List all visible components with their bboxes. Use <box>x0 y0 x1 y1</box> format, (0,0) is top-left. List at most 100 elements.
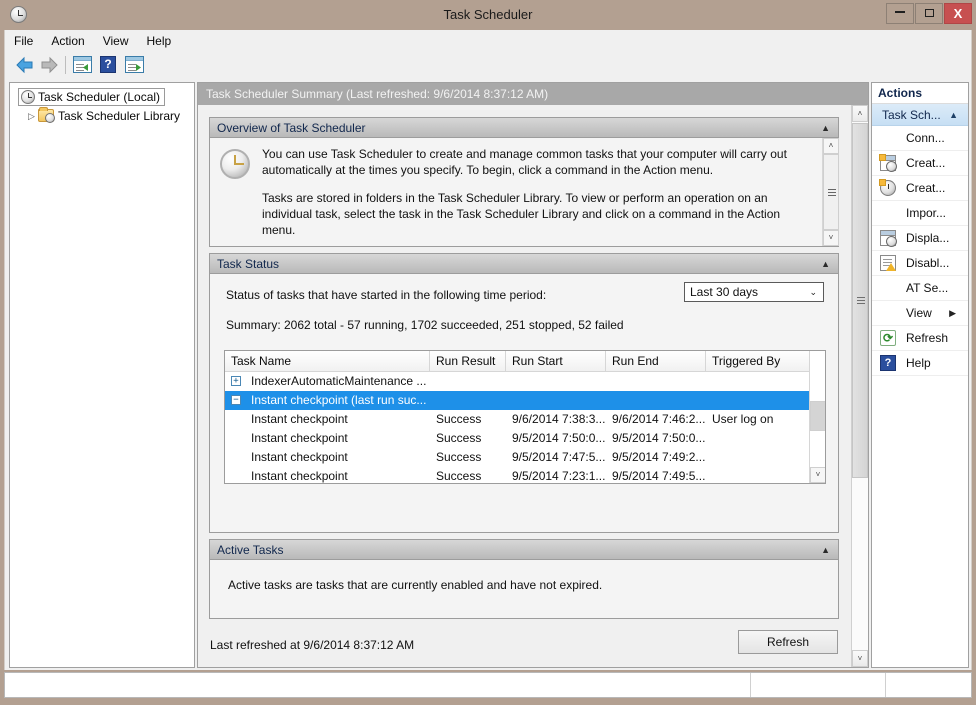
maximize-button[interactable] <box>915 3 943 24</box>
menu-file[interactable]: File <box>5 30 42 52</box>
time-period-label: Status of tasks that have started in the… <box>226 288 547 302</box>
action-item-label: Creat... <box>906 181 946 195</box>
action-item-label: Creat... <box>906 156 946 170</box>
actions-group-header[interactable]: Task Sch... ▲ <box>872 104 968 126</box>
disable-history-icon <box>880 255 896 271</box>
cell-task-name: Instant checkpoint <box>251 412 348 426</box>
console-tree-pane: Task Scheduler (Local) ▷ Task Scheduler L… <box>9 82 195 668</box>
scroll-down-icon[interactable]: ˅ <box>823 230 839 246</box>
overview-paragraph-1: You can use Task Scheduler to create and… <box>262 147 787 177</box>
toolbar: ? <box>4 52 972 78</box>
clock-icon <box>220 149 250 179</box>
column-header-task-name[interactable]: Task Name <box>225 351 430 371</box>
scroll-up-icon[interactable]: ˄ <box>823 138 839 154</box>
cell-triggered-by: User log on <box>712 412 774 426</box>
last-refreshed-label: Last refreshed at 9/6/2014 8:37:12 AM <box>210 638 415 652</box>
overview-body: You can use Task Scheduler to create and… <box>210 138 839 246</box>
cell-run-end: 9/6/2014 7:46:2... <box>612 412 706 426</box>
action-item-display-all-running-tasks[interactable]: Displa... <box>872 226 968 251</box>
action-item-label: Conn... <box>906 131 945 145</box>
action-item-import-task[interactable]: Impor... <box>872 201 968 226</box>
overview-section-header[interactable]: Overview of Task Scheduler ▲ <box>210 118 838 138</box>
active-tasks-section-header[interactable]: Active Tasks ▲ <box>210 540 838 560</box>
cell-run-end: 9/5/2014 7:50:0... <box>612 431 706 445</box>
action-item-create-basic-task[interactable]: Creat... <box>872 151 968 176</box>
window-title: Task Scheduler <box>443 7 533 22</box>
minimize-button[interactable] <box>886 3 914 24</box>
tree-item-task-scheduler-local[interactable]: Task Scheduler (Local) <box>10 88 194 107</box>
content-area: Task Scheduler (Local) ▷ Task Scheduler L… <box>4 78 972 670</box>
task-table-scrollbar-thumb[interactable] <box>810 401 825 431</box>
column-header-triggered-by[interactable]: Triggered By <box>706 351 810 371</box>
title-bar: Task Scheduler X <box>0 0 976 30</box>
tree-root-label: Task Scheduler (Local) <box>38 90 161 104</box>
action-item-label: Help <box>906 356 931 370</box>
chevron-up-icon[interactable]: ▲ <box>821 540 830 560</box>
back-arrow-icon[interactable] <box>15 56 35 74</box>
time-period-select[interactable]: Last 30 days ⌄ <box>684 282 824 302</box>
table-row[interactable]: Instant checkpoint Success 9/5/2014 7:50… <box>225 429 825 448</box>
task-status-section-title: Task Status <box>217 257 280 271</box>
chevron-down-icon[interactable]: ⌄ <box>809 283 817 301</box>
column-header-run-start[interactable]: Run Start <box>506 351 606 371</box>
chevron-right-icon[interactable]: ▶ <box>949 301 956 326</box>
table-row[interactable]: + IndexerAutomaticMaintenance ... <box>225 372 825 391</box>
scroll-up-icon[interactable]: ˄ <box>852 105 868 122</box>
scroll-down-icon[interactable]: ˅ <box>852 650 868 667</box>
toolbar-separator <box>65 56 66 74</box>
action-item-label: Displa... <box>906 231 950 245</box>
cell-run-end: 9/5/2014 7:49:5... <box>612 469 706 483</box>
overview-scrollbar-thumb[interactable] <box>823 154 839 230</box>
table-row[interactable]: Instant checkpoint Success 9/6/2014 7:38… <box>225 410 825 429</box>
cell-run-result: Success <box>436 469 482 483</box>
action-item-view[interactable]: View ▶ <box>872 301 968 326</box>
task-status-section-header[interactable]: Task Status ▲ <box>210 254 838 274</box>
action-item-at-service-account-configuration[interactable]: AT Se... <box>872 276 968 301</box>
active-tasks-body: Active tasks are tasks that are currentl… <box>210 560 838 618</box>
cell-run-start: 9/5/2014 7:23:1... <box>512 469 606 483</box>
table-row[interactable]: − Instant checkpoint (last run suc... <box>225 391 825 410</box>
close-button[interactable]: X <box>944 3 972 24</box>
chevron-up-icon[interactable]: ▲ <box>821 118 830 138</box>
task-table-scrollbar[interactable]: ˅ <box>809 351 825 483</box>
cell-task-name: Instant checkpoint <box>251 469 348 483</box>
help-icon: ? <box>880 355 896 371</box>
column-header-run-result[interactable]: Run Result <box>430 351 506 371</box>
menu-view[interactable]: View <box>94 30 138 52</box>
menu-action[interactable]: Action <box>42 30 93 52</box>
table-row[interactable]: Instant checkpoint Success 9/5/2014 7:23… <box>225 467 825 483</box>
task-summary-text: Summary: 2062 total - 57 running, 1702 s… <box>226 318 624 332</box>
chevron-right-icon[interactable]: ▷ <box>28 107 38 126</box>
refresh-button[interactable]: Refresh <box>738 630 838 654</box>
column-header-run-end[interactable]: Run End <box>606 351 706 371</box>
scroll-down-icon[interactable]: ˅ <box>810 467 825 483</box>
action-item-label: View <box>906 306 932 320</box>
refresh-icon: ⟳ <box>880 330 896 346</box>
action-item-refresh[interactable]: ⟳ Refresh <box>872 326 968 351</box>
status-bar <box>4 672 972 698</box>
action-item-help[interactable]: ? Help <box>872 351 968 376</box>
action-item-label: AT Se... <box>906 281 949 295</box>
collapse-toggle-icon[interactable]: − <box>231 395 241 405</box>
tree-item-task-scheduler-library[interactable]: ▷ Task Scheduler Library <box>10 107 194 126</box>
chevron-up-icon[interactable]: ▲ <box>821 254 830 274</box>
minimize-icon <box>895 10 905 13</box>
cell-run-start: 9/5/2014 7:50:0... <box>512 431 606 445</box>
actions-pane-title: Actions <box>872 83 968 104</box>
active-tasks-section: Active Tasks ▲ Active tasks are tasks th… <box>209 539 839 619</box>
table-row[interactable]: Instant checkpoint Success 9/5/2014 7:47… <box>225 448 825 467</box>
window-tree-icon[interactable] <box>73 56 93 74</box>
chevron-up-icon[interactable]: ▲ <box>949 104 958 126</box>
forward-arrow-icon[interactable] <box>39 56 59 74</box>
action-item-connect[interactable]: Conn... <box>872 126 968 151</box>
window-pane-icon[interactable] <box>125 56 145 74</box>
overview-scrollbar[interactable]: ˄ ˅ <box>822 138 839 246</box>
overview-section: Overview of Task Scheduler ▲ You can use… <box>209 117 839 247</box>
main-pane-scrollbar-thumb[interactable] <box>852 123 868 478</box>
question-mark-icon[interactable]: ? <box>100 56 120 74</box>
menu-help[interactable]: Help <box>138 30 181 52</box>
action-item-create-task[interactable]: Creat... <box>872 176 968 201</box>
main-pane-scrollbar[interactable]: ˄ ˅ <box>851 105 868 667</box>
action-item-disable-all-tasks-history[interactable]: Disabl... <box>872 251 968 276</box>
expand-toggle-icon[interactable]: + <box>231 376 241 386</box>
